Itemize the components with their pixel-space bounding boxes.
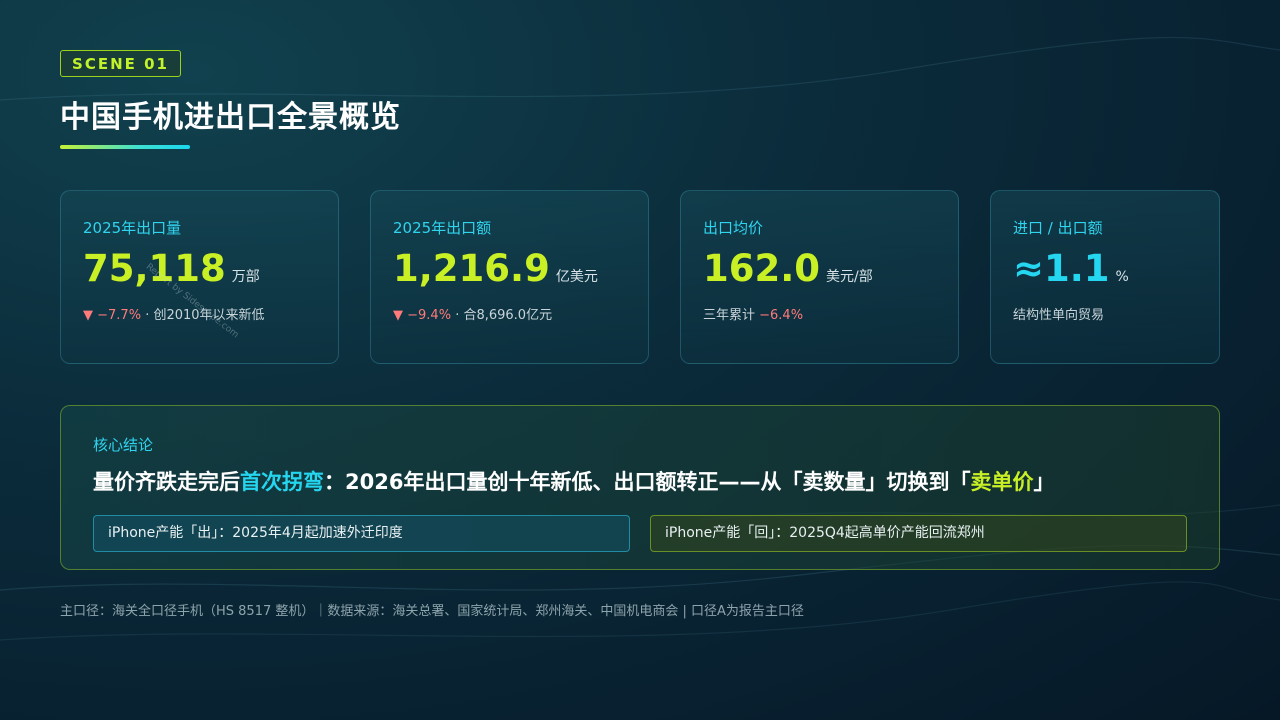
conclusion-panel: 核心结论 量价齐跌走完后首次拐弯：2026年出口量创十年新低、出口额转正——从「… (60, 405, 1220, 570)
kpi-unit: 亿美元 (555, 269, 598, 285)
kpi-change: ▼ −9.4% (393, 308, 452, 323)
kpi-subtext: ▼ −9.4% · 合8,696.0亿元 (393, 304, 552, 323)
kpi-card-export-value: 2025年出口额 1,216.9 亿美元 ▼ −9.4% · 合8,696.0亿元 (370, 190, 649, 364)
headline-text: 量价齐跌走完后 (93, 470, 240, 494)
kpi-value-row: 1,216.9 亿美元 (393, 247, 598, 290)
kpi-value: 162.0 (703, 247, 821, 290)
kpi-change: −6.4% (759, 308, 804, 323)
title-underline (60, 145, 190, 149)
kpi-subtext: 三年累计 −6.4% (703, 304, 803, 323)
kpi-note: · 合8,696.0亿元 (451, 308, 553, 323)
kpi-value: 1,216.9 (393, 247, 550, 290)
kpi-value: ≈1.1 (1013, 247, 1110, 290)
kpi-unit: 美元/部 (826, 269, 873, 285)
kpi-label: 进口 / 出口额 (1013, 219, 1103, 237)
kpi-subtext: ▼ −7.7% · 创2010年以来新低 (83, 304, 265, 323)
headline-highlight: 首次拐弯 (240, 470, 324, 494)
footnote-source: 主口径：海关全口径手机（HS 8517 整机）｜数据来源：海关总署、国家统计局、… (60, 604, 804, 619)
kpi-note: 结构性单向贸易 (1013, 308, 1105, 323)
scene-tag: SCENE 01 (60, 50, 181, 77)
headline-text: ：2026年出口量创十年新低、出口额转正——从「卖数量」切换到「 (324, 470, 971, 494)
kpi-card-average-price: 出口均价 162.0 美元/部 三年累计 −6.4% (680, 190, 959, 364)
headline-highlight: 卖单价 (970, 470, 1034, 494)
page-title: 中国手机进出口全景概览 (60, 100, 401, 135)
conclusion-label: 核心结论 (93, 436, 154, 454)
kpi-subtext: 结构性单向贸易 (1013, 304, 1104, 323)
conclusion-headline: 量价齐跌走完后首次拐弯：2026年出口量创十年新低、出口额转正——从「卖数量」切… (93, 466, 1054, 496)
conclusion-box-return: iPhone产能「回」：2025Q4起高单价产能回流郑州 (650, 515, 1187, 552)
kpi-card-export-volume: 2025年出口量 75,118 万部 ▼ −7.7% · 创2010年以来新低 (60, 190, 339, 364)
kpi-label: 2025年出口额 (393, 219, 492, 237)
kpi-unit: % (1115, 269, 1129, 285)
kpi-value-row: ≈1.1% (1013, 247, 1129, 290)
kpi-label: 2025年出口量 (83, 219, 182, 237)
kpi-card-import-export-ratio: 进口 / 出口额 ≈1.1% 结构性单向贸易 (990, 190, 1220, 364)
kpi-label: 出口均价 (703, 219, 764, 237)
kpi-note: 三年累计 (703, 308, 760, 323)
kpi-unit: 万部 (231, 269, 260, 285)
headline-text: 」 (1033, 470, 1055, 494)
conclusion-box-outflow: iPhone产能「出」：2025年4月起加速外迁印度 (93, 515, 630, 552)
kpi-change: ▼ −7.7% (83, 308, 142, 323)
kpi-value-row: 162.0 美元/部 (703, 247, 873, 290)
